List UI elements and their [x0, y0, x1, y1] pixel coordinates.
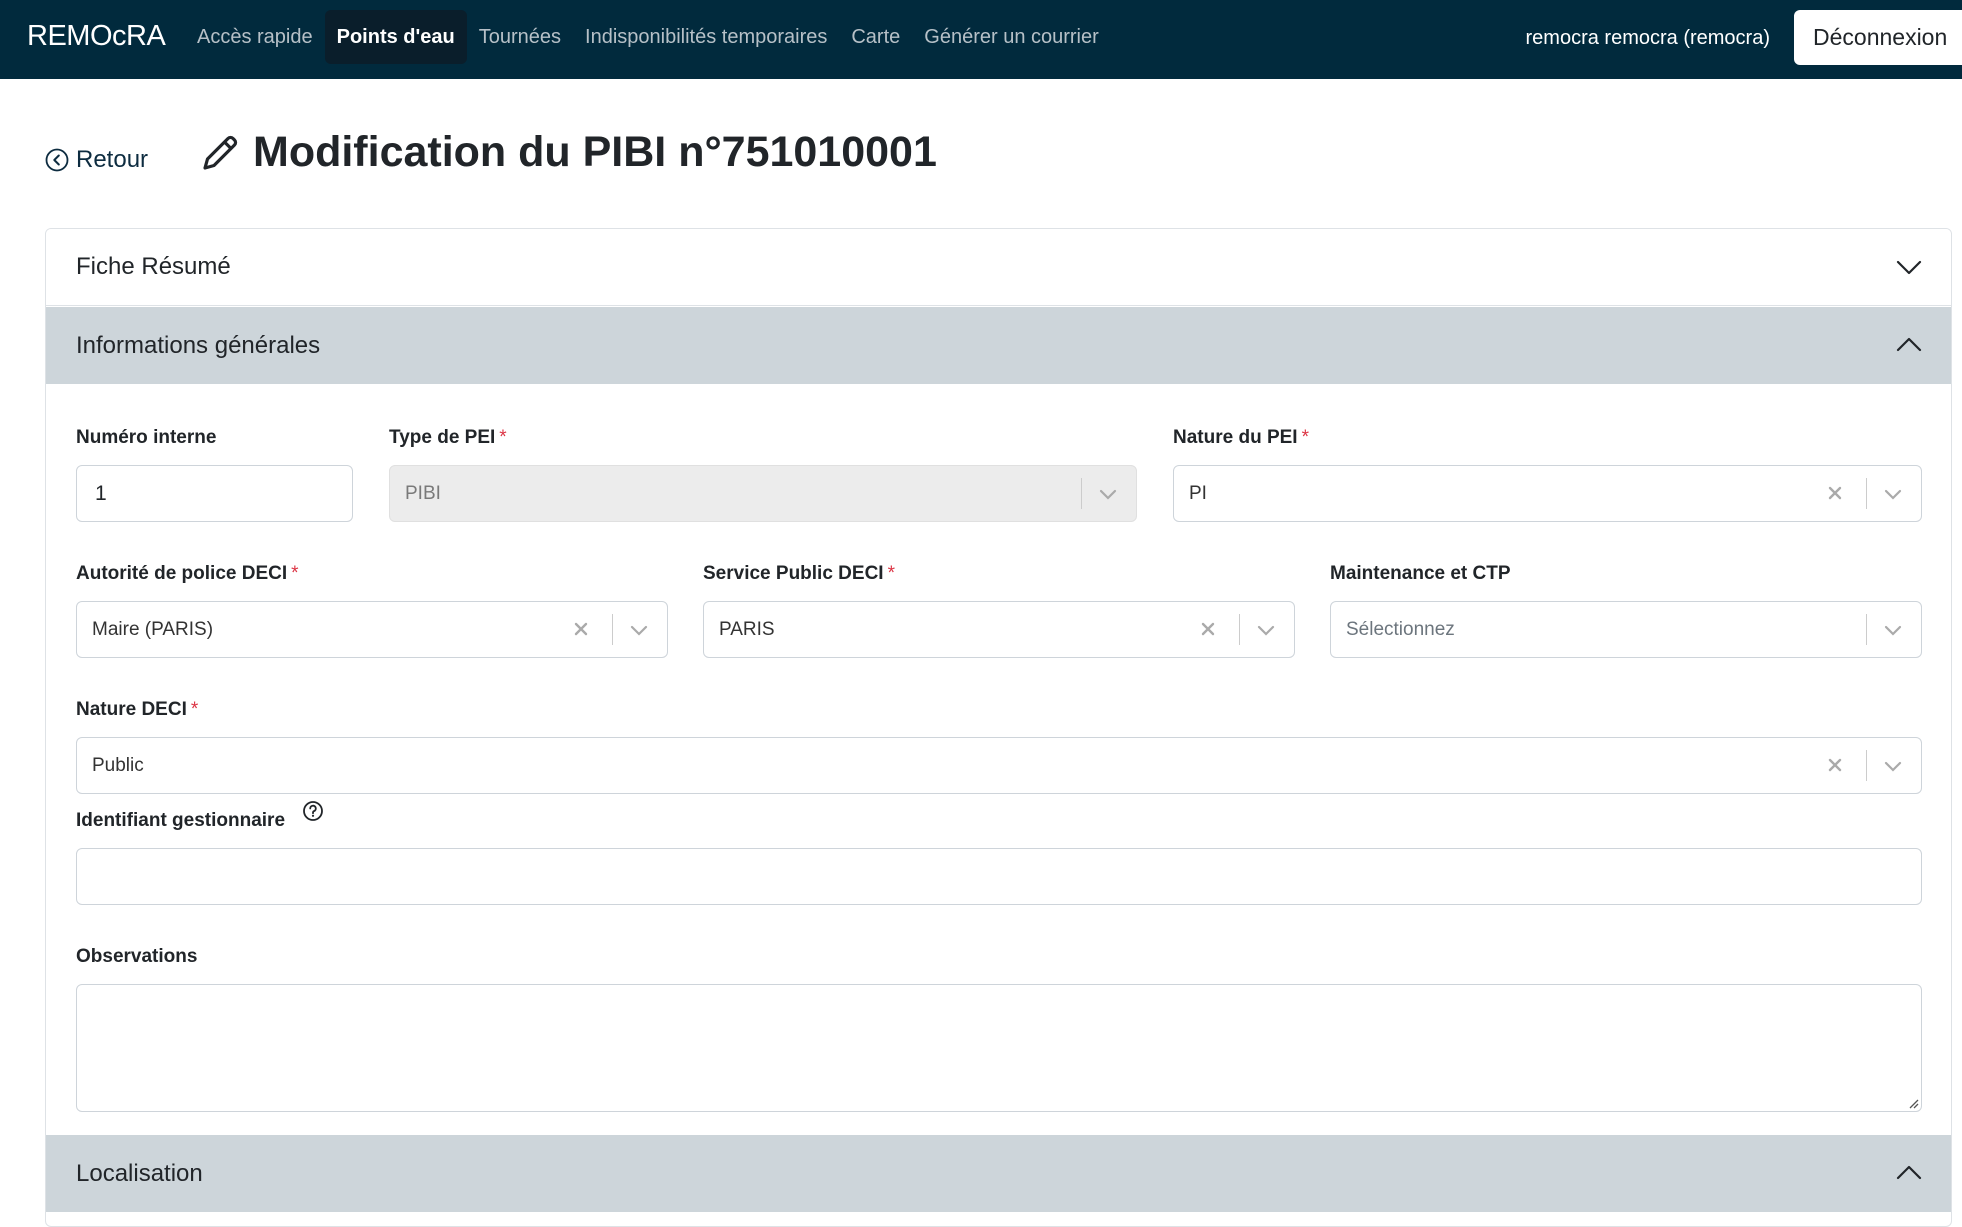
nav-link-carte[interactable]: Carte [839, 10, 912, 64]
chevron-down-icon[interactable] [1881, 482, 1905, 506]
select-separator [1866, 614, 1867, 645]
select-separator [1081, 478, 1082, 509]
accordion-localisation-label: Localisation [76, 1159, 203, 1187]
nav-link-tournees[interactable]: Tournées [467, 10, 573, 64]
chevron-down-icon [1099, 489, 1117, 500]
nav-link-acces-rapide[interactable]: Accès rapide [185, 10, 325, 64]
back-label: Retour [76, 146, 149, 173]
autorite-police-value: Maire (PARIS) [92, 619, 214, 640]
select-separator [612, 614, 613, 645]
service-public-select[interactable]: PARIS [703, 601, 1295, 658]
clear-icon[interactable] [569, 617, 593, 641]
clear-icon[interactable] [1823, 753, 1847, 777]
accordion-infos-generales-label: Informations générales [76, 331, 321, 359]
identifiant-gestionnaire-label: Identifiant gestionnaire [76, 810, 286, 831]
page-header: Modification du PIBI n°751010001 [199, 128, 937, 177]
chevron-down-icon[interactable] [1881, 618, 1905, 642]
service-public-value: PARIS [719, 619, 775, 640]
resize-handle-icon[interactable] [1907, 1097, 1919, 1109]
accordion-infos-generales[interactable]: Informations générales [46, 307, 1951, 384]
user-name: remocra remocra (remocra) [1525, 27, 1770, 49]
autorite-police-select[interactable]: Maire (PARIS) [76, 601, 668, 658]
service-public-label: Service Public DECI * [703, 563, 895, 584]
nav-link-indisponibilites[interactable]: Indisponibilités temporaires [573, 10, 839, 64]
chevron-down-icon [1896, 260, 1922, 275]
select-separator [1866, 750, 1867, 781]
top-navbar: REMOcRA Accès rapide Points d'eau Tourné… [0, 0, 1962, 79]
select-separator [1866, 478, 1867, 509]
chevron-up-icon [1896, 1165, 1922, 1180]
nature-pei-select[interactable]: PI [1173, 465, 1922, 522]
accordion-localisation[interactable]: Localisation [46, 1135, 1951, 1212]
accordion-fiche-resume-label: Fiche Résumé [76, 253, 231, 280]
nav-links: Accès rapide Points d'eau Tournées Indis… [185, 10, 1111, 64]
observations-textarea[interactable] [76, 984, 1922, 1112]
chevron-up-icon [1896, 337, 1922, 352]
maintenance-ctp-placeholder: Sélectionnez [1346, 619, 1455, 640]
nature-deci-select[interactable]: Public [76, 737, 1922, 794]
type-pei-value: PIBI [405, 483, 441, 504]
chevron-down-icon[interactable] [1254, 618, 1278, 642]
nature-pei-value: PI [1189, 483, 1207, 504]
chevron-down-icon[interactable] [1881, 754, 1905, 778]
back-link[interactable]: Retour [45, 146, 148, 174]
select-separator [1239, 614, 1240, 645]
identifiant-gestionnaire-input[interactable] [76, 848, 1922, 905]
nav-link-generer-courrier[interactable]: Générer un courrier [912, 10, 1111, 64]
accordion-fiche-resume[interactable]: Fiche Résumé [46, 229, 1951, 306]
numero-interne-input[interactable]: 1 [76, 465, 353, 522]
pei-accordion: Fiche Résumé Informations générales Numé… [45, 228, 1952, 1227]
maintenance-ctp-label: Maintenance et CTP [1330, 563, 1511, 584]
numero-interne-label: Numéro interne [76, 427, 217, 448]
chevron-down-icon[interactable] [627, 618, 651, 642]
nav-link-points-eau[interactable]: Points d'eau [324, 10, 467, 64]
nature-deci-value: Public [92, 755, 144, 776]
clear-icon[interactable] [1823, 481, 1847, 505]
type-pei-label: Type de PEI * [389, 427, 507, 448]
maintenance-ctp-select[interactable]: Sélectionnez [1330, 601, 1922, 658]
page-title: Modification du PIBI n°751010001 [253, 128, 937, 176]
nature-pei-label: Nature du PEI * [1173, 427, 1309, 448]
pencil-icon [203, 135, 238, 170]
logout-button[interactable]: Déconnexion [1794, 10, 1962, 65]
brand-logo[interactable]: REMOcRA [27, 20, 166, 53]
type-pei-select: PIBI [389, 465, 1137, 522]
clear-icon[interactable] [1196, 617, 1220, 641]
arrow-left-circle-icon [45, 148, 69, 172]
autorite-police-label: Autorité de police DECI * [76, 563, 299, 584]
nature-deci-label: Nature DECI * [76, 699, 199, 720]
observations-label: Observations [76, 946, 198, 967]
help-icon[interactable] [302, 800, 324, 822]
